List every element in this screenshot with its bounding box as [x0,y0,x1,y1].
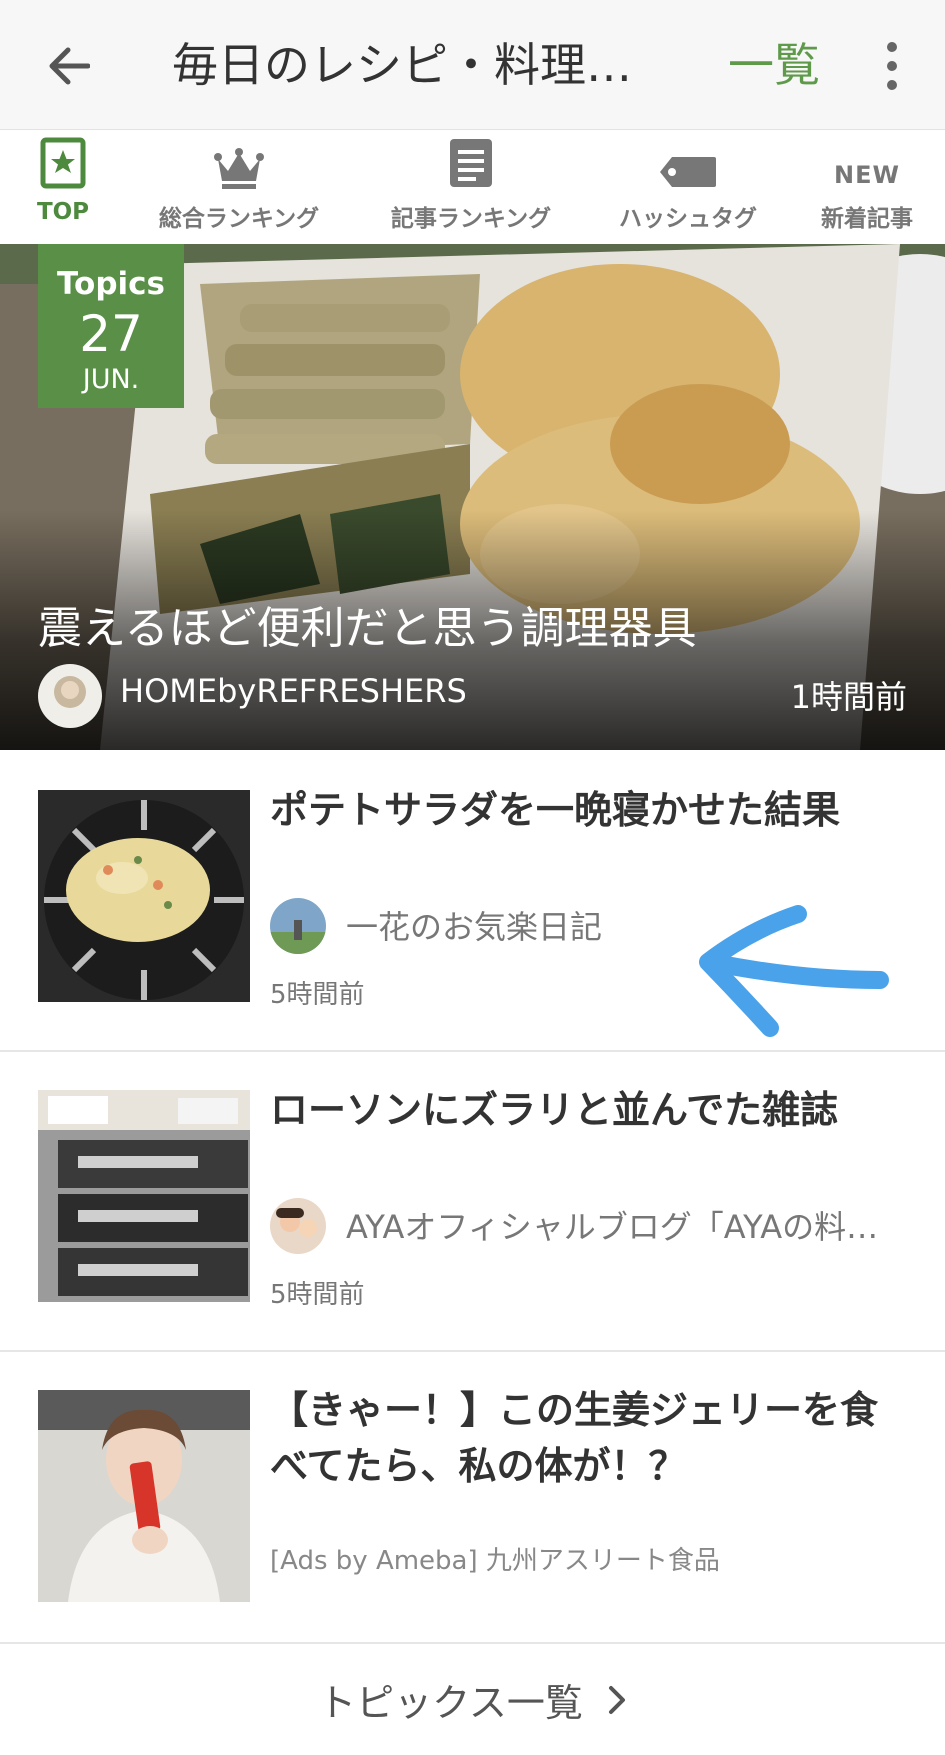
category-tabs: TOP 総合ランキング 記事ランキング ハッシュタグ NEW 新着記事 [0,131,945,244]
app-header: 毎日のレシピ・料理… 一覧 [0,0,945,130]
list-item[interactable]: ローソンにズラリと並んでた雑誌 AYAオフィシャルブログ「AYAの料… 5時間前 [0,1052,945,1352]
ad-sponsor: [Ads by Ameba] 九州アスリート食品 [270,1546,720,1576]
avatar [38,664,102,728]
chevron-right-icon [608,1685,625,1714]
article-time: 5時間前 [270,1280,365,1310]
avatar [270,898,326,954]
article-title: ローソンにズラリと並んでた雑誌 [270,1088,839,1132]
tab-label: 新着記事 [821,206,913,232]
tab-label: TOP [36,199,90,225]
article-title: 【きゃー！】この生姜ジェリーを食べてたら、私の体が！？ [270,1388,879,1488]
tab-label: ハッシュタグ [619,206,757,232]
article-thumbnail [38,1090,250,1302]
article-thumbnail [38,790,250,1002]
document-icon [450,139,492,187]
dot-icon [887,61,897,71]
back-arrow-icon [49,47,90,85]
annotation-arrow-icon [699,905,889,1037]
article-time: 5時間前 [270,980,365,1010]
page-title: 毎日のレシピ・料理… [172,38,632,92]
tab-article-ranking[interactable]: 記事ランキング [380,131,562,244]
hero-topic-card[interactable]: Topics 27 JUN. 震えるほど便利だと思う調理器具 HOMEbyREF… [0,244,945,750]
hero-time: 1時間前 [790,678,907,716]
topics-list-link[interactable]: トピックス一覧 [0,1644,945,1755]
tab-new-articles[interactable]: NEW 新着記事 [812,131,922,244]
hero-author: HOMEbyREFRESHERS [120,672,467,710]
article-title: ポテトサラダを一晩寝かせた結果 [270,788,841,832]
tag-icon [660,157,716,187]
dot-icon [887,42,897,52]
more-menu-button[interactable] [868,36,916,96]
badge-month: JUN. [82,364,140,395]
ad-list-item[interactable]: 【きゃー！】この生姜ジェリーを食べてたら、私の体が！？ [Ads by Ameb… [0,1352,945,1644]
tab-hashtag[interactable]: ハッシュタグ [610,131,766,244]
crown-icon [214,148,264,189]
avatar [270,1198,326,1254]
badge-day: 27 [79,305,143,363]
ad-thumbnail [38,1390,250,1602]
tab-top[interactable]: TOP [22,131,104,244]
hero-title: 震えるほど便利だと思う調理器具 [38,603,697,654]
topics-date-badge: Topics 27 JUN. [38,244,184,408]
star-icon [40,137,86,189]
back-button[interactable] [36,34,100,98]
dot-icon [887,80,897,90]
tab-label: 記事ランキング [390,206,552,232]
article-author: AYAオフィシャルブログ「AYAの料… [346,1208,879,1246]
new-icon: NEW [834,161,900,189]
footer-label: トピックス一覧 [318,1681,583,1725]
tab-overall-ranking[interactable]: 総合ランキング [148,131,330,244]
tab-label: 総合ランキング [158,206,320,232]
badge-label: Topics [57,266,165,302]
list-link[interactable]: 一覧 [728,32,820,98]
